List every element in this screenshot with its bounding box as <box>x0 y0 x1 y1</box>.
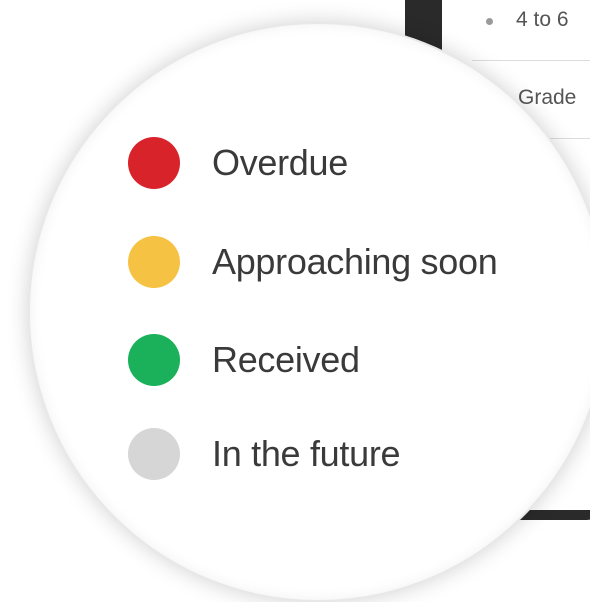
gray-dot-icon <box>128 428 180 480</box>
red-dot-icon <box>128 137 180 189</box>
legend-label: Approaching soon <box>212 241 498 282</box>
magnifier-lens <box>28 22 590 602</box>
list-bullet-icon <box>486 18 493 25</box>
legend-item-overdue: Overdue <box>128 137 348 189</box>
list-item[interactable]: 4 to 6 <box>516 8 590 32</box>
yellow-dot-icon <box>128 236 180 288</box>
legend-label: In the future <box>212 433 401 474</box>
legend-item-received: Received <box>128 334 360 386</box>
legend-item-in-the-future: In the future <box>128 428 401 480</box>
legend-label: Received <box>212 339 360 380</box>
legend-item-approaching-soon: Approaching soon <box>128 236 498 288</box>
divider <box>472 60 590 61</box>
list-item[interactable]: Grade <box>518 86 590 110</box>
legend-label: Overdue <box>212 142 348 183</box>
green-dot-icon <box>128 334 180 386</box>
